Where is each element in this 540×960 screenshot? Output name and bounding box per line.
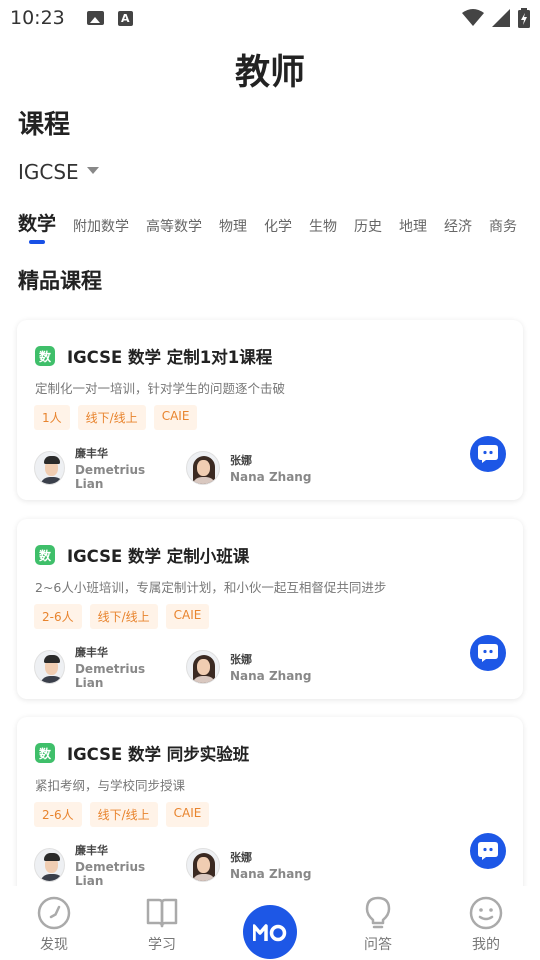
subject-badge: 数 <box>35 346 55 366</box>
tab-geography[interactable]: 地理 <box>399 216 427 246</box>
teacher-name-en: Demetrius Lian <box>74 860 146 888</box>
smiley-icon <box>469 896 503 930</box>
tab-chemistry[interactable]: 化学 <box>264 216 292 246</box>
nav-qa-label: 问答 <box>364 937 392 953</box>
teacher-name-cn: 张娜 <box>230 454 252 467</box>
tab-additional-math[interactable]: 附加数学 <box>73 216 129 246</box>
teacher-name-en: Nana Zhang <box>230 669 312 683</box>
course-description: 紧扣考纲，与学校同步授课 <box>35 778 186 793</box>
avatar <box>186 650 220 684</box>
teacher-item[interactable]: 廉丰华 Demetrius Lian <box>34 842 168 888</box>
teacher-name-cn: 张娜 <box>230 653 252 666</box>
nav-mine-label: 我的 <box>472 937 500 953</box>
chevron-down-icon <box>86 166 99 174</box>
nav-qa[interactable]: 问答 <box>324 886 432 954</box>
wifi-icon <box>462 9 484 26</box>
nav-study-label: 学习 <box>148 937 176 953</box>
tab-biology[interactable]: 生物 <box>309 216 337 246</box>
a-notification-icon: A <box>117 10 133 26</box>
chat-icon <box>478 842 498 860</box>
page-title: 教师 <box>234 53 305 93</box>
tag-board: CAIE <box>165 802 210 827</box>
avatar <box>186 848 220 882</box>
tag-board: CAIE <box>165 604 210 629</box>
exam-selector-value: IGCSE <box>18 160 79 184</box>
gallery-notification-icon <box>86 11 104 25</box>
teacher-name-en: Demetrius Lian <box>74 662 146 690</box>
chat-button[interactable] <box>470 436 506 472</box>
book-icon <box>146 898 178 928</box>
course-description: 定制化一对一培训，针对学生的问题逐个击破 <box>35 381 286 396</box>
status-bar: 10:23 A <box>0 0 540 36</box>
course-title: IGCSE 数学 同步实验班 <box>67 745 250 764</box>
tab-economics[interactable]: 经济 <box>444 216 472 246</box>
tag-class-size: 2-6人 <box>34 802 82 827</box>
chat-icon <box>478 644 498 662</box>
avatar <box>186 451 220 485</box>
nav-home-center[interactable] <box>216 886 324 959</box>
nav-study[interactable]: 学习 <box>108 886 216 954</box>
status-time: 10:23 <box>10 7 65 29</box>
tag-mode: 线下/线上 <box>89 802 158 827</box>
chat-button[interactable] <box>470 635 506 671</box>
course-description: 2~6人小班培训，专属定制计划，和小伙一起互相督促共同进步 <box>35 580 387 595</box>
tab-history[interactable]: 历史 <box>354 216 382 246</box>
nav-mine[interactable]: 我的 <box>432 886 540 954</box>
course-card[interactable]: 数 IGCSE 数学 定制小班课 2~6人小班培训，专属定制计划，和小伙一起互相… <box>17 519 523 699</box>
tag-class-size: 2-6人 <box>34 604 82 629</box>
teacher-name-cn: 廉丰华 <box>74 844 108 857</box>
exam-selector[interactable]: IGCSE <box>18 160 99 184</box>
teacher-name-cn: 廉丰华 <box>74 646 108 659</box>
bottom-nav: 发现 学习 问答 我的 <box>0 886 540 960</box>
teacher-item[interactable]: 廉丰华 Demetrius Lian <box>34 445 168 491</box>
teacher-name-cn: 廉丰华 <box>74 447 108 460</box>
tag-mode: 线下/线上 <box>89 604 158 629</box>
chat-icon <box>478 445 498 463</box>
teacher-item[interactable]: 张娜 Nana Zhang <box>186 445 320 491</box>
teacher-name-cn: 张娜 <box>230 851 252 864</box>
mo-logo-icon <box>253 924 287 942</box>
tag-mode: 线下/线上 <box>77 405 146 430</box>
tag-board: CAIE <box>153 405 198 430</box>
subject-badge: 数 <box>35 743 55 763</box>
course-title: IGCSE 数学 定制1对1课程 <box>67 348 273 367</box>
teacher-name-en: Nana Zhang <box>230 867 312 881</box>
lightbulb-icon <box>365 896 391 929</box>
battery-icon <box>518 8 530 28</box>
subject-badge: 数 <box>35 545 55 565</box>
teacher-item[interactable]: 张娜 Nana Zhang <box>186 644 320 690</box>
nav-discover[interactable]: 发现 <box>0 886 108 954</box>
course-title: IGCSE 数学 定制小班课 <box>67 547 250 566</box>
tag-class-size: 1人 <box>34 405 70 430</box>
tab-math[interactable]: 数学 <box>18 209 56 246</box>
teacher-name-en: Nana Zhang <box>230 470 312 484</box>
home-logo-button <box>243 905 297 959</box>
signal-icon <box>492 9 510 27</box>
course-card[interactable]: 数 IGCSE 数学 定制1对1课程 定制化一对一培训，针对学生的问题逐个击破 … <box>17 320 523 500</box>
tab-business[interactable]: 商务 <box>489 216 517 246</box>
compass-icon <box>37 896 71 930</box>
teacher-item[interactable]: 廉丰华 Demetrius Lian <box>34 644 168 690</box>
teacher-item[interactable]: 张娜 Nana Zhang <box>186 842 320 888</box>
course-card[interactable]: 数 IGCSE 数学 同步实验班 紧扣考纲，与学校同步授课 2-6人 线下/线上… <box>17 717 523 897</box>
nav-discover-label: 发现 <box>40 937 68 953</box>
subject-tabs: 数学 附加数学 高等数学 物理 化学 生物 历史 地理 经济 商务 <box>18 200 540 246</box>
tab-physics[interactable]: 物理 <box>219 216 247 246</box>
teacher-name-en: Demetrius Lian <box>74 463 146 491</box>
avatar <box>34 848 65 882</box>
featured-courses-title: 精品课程 <box>18 269 102 293</box>
section-title: 课程 <box>18 110 71 140</box>
avatar <box>34 451 65 485</box>
chat-button[interactable] <box>470 833 506 869</box>
avatar <box>34 650 65 684</box>
tab-further-math[interactable]: 高等数学 <box>146 216 202 246</box>
